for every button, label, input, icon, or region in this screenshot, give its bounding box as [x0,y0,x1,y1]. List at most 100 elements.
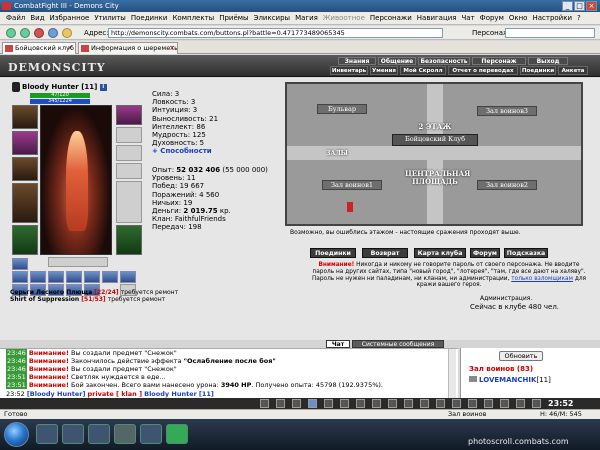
refresh-icon[interactable] [48,28,58,38]
info-value[interactable]: FaithfulFriends [175,215,226,223]
person-input[interactable] [505,28,595,38]
taskbar-app-icon[interactable] [166,424,188,444]
character-name[interactable]: Bloody Hunter [11] i [22,83,107,91]
weapon-slot[interactable] [12,183,38,223]
chat-scrollbar[interactable] [448,349,456,398]
earrings-slot[interactable] [12,131,38,155]
settings-icon[interactable] [324,399,333,408]
menu-view[interactable]: Вид [30,14,44,22]
forum-button[interactable]: Форум [470,248,500,258]
chat-time[interactable]: 23:51 [6,373,27,381]
nav-knowledge[interactable]: Знания [338,57,376,65]
chat-time[interactable]: 23:51 [6,381,27,389]
map-central-plaza[interactable]: ЦЕНТРАЛЬНАЯ ПЛОЩАДЬ [405,170,470,186]
users-icon[interactable] [404,399,413,408]
menu-window[interactable]: Окно [509,14,528,22]
ignore-icon[interactable] [420,399,429,408]
minimize-button[interactable]: _ [562,1,573,11]
ring-slot-2[interactable] [116,145,142,161]
room-user-name[interactable]: LOVEMANCHIK [479,376,536,384]
menu-file[interactable]: Файл [6,14,25,22]
subnav-transfer-report[interactable]: Отчет о переводах [448,66,518,75]
chat-sender[interactable]: [Bloody Hunter] [27,390,86,398]
hint-button[interactable]: Подсказка [504,248,548,258]
filter-icon[interactable] [292,399,301,408]
pocket-slot[interactable] [84,271,100,283]
helmet-slot[interactable] [12,105,38,129]
menu-chat[interactable]: Чат [462,14,475,22]
abilities-link[interactable]: + Способности [152,147,282,155]
menu-animal[interactable]: Живоотное [323,14,365,22]
chat-time[interactable]: 23:46 [6,365,27,373]
tab-system-messages[interactable]: Системные сообщения [352,340,444,348]
map-fight-club[interactable]: Бойцовский Клуб [392,134,478,146]
subnav-skills[interactable]: Умения [370,66,398,75]
photo-icon[interactable] [484,399,493,408]
tab-fight-club[interactable]: Бойцовский клуб × [2,42,76,54]
grid-icon[interactable] [516,399,525,408]
start-button[interactable] [4,422,29,447]
address-input[interactable] [108,28,443,38]
stop-icon[interactable] [34,28,44,38]
menu-sets[interactable]: Комплекты [172,14,214,22]
close-tab-icon[interactable]: × [67,43,73,54]
search-icon[interactable] [452,399,461,408]
smile-icon[interactable] [260,399,269,408]
pocket-slot[interactable] [102,271,118,283]
taskbar-app-icon[interactable] [140,424,162,444]
nav-communication[interactable]: Общение [378,57,416,65]
room-user[interactable]: LOVEMANCHIK[11] [469,376,551,384]
chat-recipient[interactable]: Bloody Hunter [144,390,197,398]
ring-slot-3[interactable] [116,163,142,179]
back-arrow-icon[interactable] [6,28,16,38]
pocket-slot[interactable] [12,258,28,270]
pocket-slot[interactable] [48,271,64,283]
pocket-slot[interactable] [30,271,46,283]
belt-slot[interactable] [48,257,108,267]
club-map-button[interactable]: Карта клуба [414,248,466,258]
refresh-button[interactable]: Обновить [499,351,543,361]
chat-time[interactable]: 23:46 [6,357,27,365]
taskbar-app-icon[interactable] [114,424,136,444]
armor-slot[interactable] [12,225,38,255]
boots-slot[interactable] [116,225,142,255]
clear-icon[interactable] [276,399,285,408]
close-tab-icon[interactable]: × [169,43,175,54]
home-icon[interactable] [62,28,72,38]
menu-fights[interactable]: Поединки [131,14,168,22]
nav-exit[interactable]: Выход [528,57,568,65]
subnav-fights[interactable]: Поединки [520,66,556,75]
map-boulevard[interactable]: Бульвар [317,104,367,114]
shield-slot[interactable] [116,181,142,223]
amulet-slot[interactable] [12,157,38,181]
subnav-inventory[interactable]: Инвентарь [330,66,368,75]
forward-arrow-icon[interactable] [20,28,30,38]
map-hall2[interactable]: Зал воинов2 [477,180,537,190]
menu-characters[interactable]: Персонажи [370,14,412,22]
map-hall3[interactable]: Зал воинов3 [477,106,537,116]
taskbar-app-icon[interactable] [88,424,110,444]
log-icon[interactable] [436,399,445,408]
zoom-icon[interactable] [372,399,381,408]
menu-help[interactable]: ? [577,14,581,22]
chat-input-line[interactable]: 23:52 [Bloody Hunter] private [ klan ] B… [6,390,214,398]
nav-character[interactable]: Персонаж [472,57,526,65]
taskbar-app-icon[interactable] [62,424,84,444]
sound-icon[interactable] [388,399,397,408]
menu-techniques[interactable]: Приёмы [219,14,248,22]
toggle-icon[interactable] [340,399,349,408]
pocket-slot[interactable] [66,271,82,283]
close-button[interactable]: × [586,1,597,11]
nav-security[interactable]: Безопасность [418,57,470,65]
subnav-profile[interactable]: Анкета [558,66,588,75]
taskbar-app-icon[interactable] [36,424,58,444]
info-icon[interactable]: i [99,83,107,91]
menu-navigation[interactable]: Навигация [417,14,457,22]
menu-magic[interactable]: Магия [295,14,318,22]
chat-time[interactable]: 23:46 [6,349,27,357]
warning-link[interactable]: только взломщикам [511,276,573,282]
subnav-my-scroll[interactable]: Мой Скролл [400,66,446,75]
chat-private[interactable]: private [ klan ] [88,390,143,398]
tab-info[interactable]: Информация о шереметьев × [78,42,178,54]
map-hall1[interactable]: Зал воинов1 [322,180,382,190]
